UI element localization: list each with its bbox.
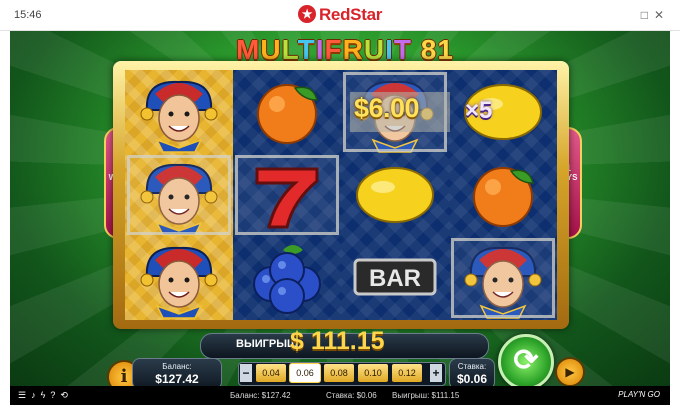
maximize-icon[interactable]: □ bbox=[641, 8, 654, 22]
autoplay-button[interactable]: ▶ bbox=[555, 357, 585, 386]
stake-option[interactable]: 0.04 bbox=[256, 364, 286, 382]
symbol-blueberries bbox=[233, 236, 341, 319]
symbol-orange bbox=[449, 153, 557, 236]
reel-frame: BAR bbox=[113, 61, 569, 329]
winning-symbol-highlight bbox=[235, 155, 339, 235]
win-value: $6.00 bbox=[354, 93, 420, 123]
status-stake: Ставка: $0.06 bbox=[326, 391, 377, 400]
game-canvas[interactable]: MULTIFRUIT 81 81 WAYS 81 WAYS BAR $6.00 … bbox=[10, 31, 670, 386]
brand-logo: ★ RedStar bbox=[0, 4, 680, 25]
history-icon[interactable]: ⟲ bbox=[60, 390, 73, 400]
win-amount: $ 111.15 bbox=[290, 327, 385, 355]
brand-name: RedStar bbox=[318, 5, 383, 24]
settings-icons[interactable]: ☰♪ϟ?⟲ bbox=[18, 390, 73, 401]
stake-label: Ставка: bbox=[457, 362, 487, 371]
stake-option[interactable]: 0.12 bbox=[392, 364, 422, 382]
status-bar: ☰♪ϟ?⟲ Баланс: $127.42 Ставка: $0.06 Выиг… bbox=[10, 386, 670, 405]
stake-option[interactable]: 0.06 bbox=[290, 364, 320, 382]
winning-symbol-highlight bbox=[127, 155, 231, 235]
menu-icon[interactable]: ☰ bbox=[18, 390, 31, 400]
multiplier: ×5 bbox=[465, 97, 493, 124]
spin-icon: ⟳ bbox=[513, 344, 539, 377]
stake-panel: Ставка: $0.06 bbox=[449, 358, 495, 386]
symbol-bar: BAR bbox=[341, 236, 449, 319]
symbol-lemon bbox=[341, 153, 449, 236]
stake-value: $0.06 bbox=[456, 372, 488, 386]
balance-label: Баланс: bbox=[162, 362, 192, 371]
symbol-jester bbox=[125, 236, 233, 319]
stake-increase-button[interactable]: + bbox=[430, 364, 442, 382]
spin-button[interactable]: ⟳ bbox=[498, 334, 554, 386]
balance-panel: Баланс: $127.42 bbox=[132, 358, 222, 386]
star-icon: ★ bbox=[297, 4, 316, 23]
window-titlebar: 15:46 ★ RedStar □✕ bbox=[0, 0, 680, 31]
help-icon[interactable]: ? bbox=[50, 390, 60, 400]
balance-value: $127.42 bbox=[155, 372, 199, 386]
sound-icon[interactable]: ♪ bbox=[31, 390, 41, 400]
stake-decrease-button[interactable]: − bbox=[240, 364, 252, 382]
provider-logo: PLAY'N GO bbox=[618, 390, 660, 399]
status-balance: Баланс: $127.42 bbox=[230, 391, 291, 400]
svg-text:BAR: BAR bbox=[369, 265, 421, 292]
window-controls[interactable]: □✕ bbox=[641, 8, 670, 22]
stake-option[interactable]: 0.10 bbox=[358, 364, 388, 382]
turbo-icon[interactable]: ϟ bbox=[41, 390, 51, 400]
close-icon[interactable]: ✕ bbox=[654, 8, 670, 22]
symbol-jester bbox=[125, 70, 233, 153]
symbol-orange bbox=[233, 70, 341, 153]
winning-symbol-highlight bbox=[451, 238, 555, 318]
status-win: Выигрыш: $111.15 bbox=[392, 391, 460, 400]
stake-option[interactable]: 0.08 bbox=[324, 364, 354, 382]
